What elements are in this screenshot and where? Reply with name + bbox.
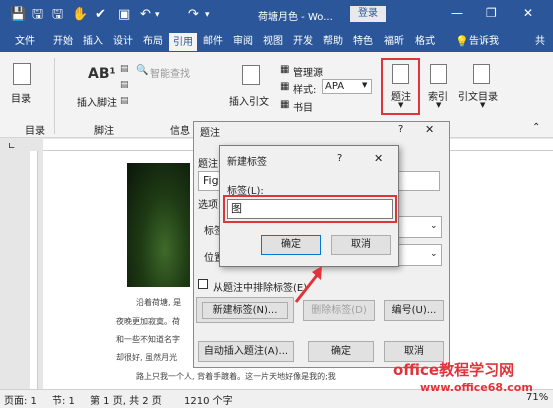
caption-field-label: 题注: [198, 159, 218, 170]
tab-stop-icon[interactable]: ∟: [8, 142, 16, 152]
tab-features[interactable]: 特色: [350, 33, 376, 51]
tab-file[interactable]: 文件: [12, 33, 38, 51]
login-button[interactable]: 登录: [350, 6, 386, 22]
tab-references[interactable]: 引用: [169, 33, 197, 51]
footnote-options-icon[interactable]: ▤: [120, 64, 129, 74]
toc-icon[interactable]: [13, 63, 31, 85]
tab-home[interactable]: 开始: [50, 33, 76, 51]
site-watermark-url: www.office68.com: [420, 381, 533, 394]
print-icon[interactable]: 🖫: [52, 6, 63, 24]
new-label-dialog-title: 新建标签: [227, 157, 267, 168]
close-window-icon[interactable]: ✕: [523, 6, 533, 20]
table-of-authorities-label[interactable]: 引文目录: [458, 88, 498, 103]
spelling-icon[interactable]: ✔: [95, 6, 106, 24]
bibliography-icon: ▦: [280, 99, 290, 110]
index-icon[interactable]: [430, 64, 447, 84]
undo-dropdown-icon[interactable]: ▾: [155, 6, 160, 24]
tab-mailings[interactable]: 邮件: [200, 33, 226, 51]
doc-paragraph-line: 沿着荷塘, 是: [136, 298, 182, 307]
tab-insert[interactable]: 插入: [80, 33, 106, 51]
numbering-button[interactable]: 编号(U)...: [384, 300, 444, 321]
tab-review[interactable]: 审阅: [230, 33, 256, 51]
tab-foxit[interactable]: 福昕: [381, 33, 407, 51]
doc-paragraph-line: 夜晚更加寂寞。荷: [116, 317, 180, 326]
tab-layout[interactable]: 布局: [140, 33, 166, 51]
new-label-cancel-button[interactable]: 取消: [331, 235, 391, 255]
tell-me-search[interactable]: 告诉我: [466, 33, 502, 51]
doc-paragraph-line: 却很好, 虽然月光: [116, 353, 178, 362]
tab-help[interactable]: 帮助: [320, 33, 346, 51]
toc-button-label[interactable]: 目录: [11, 90, 31, 105]
insert-footnote-label[interactable]: 插入脚注: [77, 94, 117, 109]
user-avatar[interactable]: 共: [532, 33, 548, 51]
status-page: 页面: 1: [4, 396, 37, 407]
footnote-group-label: 脚注: [94, 126, 114, 137]
title-bar: 💾 🖫 🖫 ✋ ✔ ▣ ↶ ▾ ↷ ▾ 荷塘月色 - Wo... 登录 — ❐ …: [0, 0, 553, 31]
tab-view[interactable]: 视图: [260, 33, 286, 51]
smart-lookup-icon: 🔍: [136, 65, 149, 76]
window-title: 荷塘月色 - Wo...: [258, 12, 333, 23]
close-icon[interactable]: ✕: [425, 123, 434, 136]
style-icon: ▦: [280, 81, 290, 92]
chevron-down-icon[interactable]: ▼: [436, 101, 441, 109]
toc-group-label: 目录: [25, 126, 45, 137]
vertical-ruler[interactable]: [30, 151, 38, 389]
insert-caption-icon[interactable]: [392, 64, 409, 84]
restore-icon[interactable]: ❐: [486, 6, 497, 20]
site-watermark: office教程学习网: [393, 361, 515, 379]
chevron-down-icon[interactable]: ⌄: [430, 221, 438, 231]
manage-sources-icon[interactable]: ▦: [280, 64, 289, 75]
lotus-image[interactable]: [127, 163, 190, 287]
smart-lookup-label: 智能查找: [150, 69, 190, 80]
status-section: 节: 1: [52, 396, 75, 407]
chevron-down-icon[interactable]: ⌄: [430, 249, 438, 259]
status-word-count: 1210 个字: [184, 396, 233, 407]
tab-format[interactable]: 格式: [412, 33, 438, 51]
new-label-ok-button[interactable]: 确定: [261, 235, 321, 255]
chevron-down-icon[interactable]: ▼: [480, 101, 485, 109]
undo-icon[interactable]: ↶: [140, 6, 151, 24]
view-icon[interactable]: ▣: [118, 6, 130, 24]
bibliography-label[interactable]: 书目: [293, 99, 313, 114]
collapse-ribbon-icon[interactable]: ⌃: [532, 122, 540, 133]
status-page-of: 第 1 页, 共 2 页: [90, 396, 162, 407]
help-icon[interactable]: ?: [398, 124, 403, 135]
annotation-arrow: [294, 266, 322, 303]
doc-paragraph-line: 和一些不知道名字: [116, 335, 180, 344]
table-of-authorities-icon[interactable]: [473, 64, 490, 84]
manage-sources-label[interactable]: 管理源: [293, 64, 323, 79]
close-icon[interactable]: ✕: [374, 152, 383, 165]
save-icon[interactable]: 💾: [10, 6, 26, 24]
group-divider: [54, 58, 55, 134]
caption-dialog-title: 题注: [200, 128, 220, 139]
help-icon[interactable]: ?: [337, 153, 342, 164]
options-label: 选项: [198, 200, 218, 211]
tab-developer[interactable]: 开发: [290, 33, 316, 51]
tab-design[interactable]: 设计: [110, 33, 136, 51]
next-footnote-icon[interactable]: ▤: [120, 80, 129, 90]
auto-caption-button[interactable]: 自动插入题注(A)...: [198, 341, 294, 362]
new-label-button[interactable]: 新建标签(N)...: [202, 302, 288, 319]
new-label-input[interactable]: 图: [227, 199, 393, 219]
customize-toolbar-icon[interactable]: ▾: [205, 6, 210, 24]
insert-citation-label[interactable]: 插入引文: [229, 93, 269, 108]
info-group-label: 信息: [170, 126, 190, 137]
exclude-label-checkbox[interactable]: [198, 279, 208, 289]
redo-icon[interactable]: ↷: [188, 6, 199, 24]
doc-paragraph-line: 路上只我一个人, 背着手踱着。这一片天地好像是我的;我: [136, 372, 336, 381]
touch-mode-icon[interactable]: ✋: [72, 6, 88, 24]
style-label: 样式:: [293, 85, 317, 96]
insert-citation-icon[interactable]: [242, 65, 260, 85]
caption-ok-button[interactable]: 确定: [308, 341, 374, 362]
show-notes-icon[interactable]: ▤: [120, 96, 129, 106]
footnote-icon[interactable]: AB¹: [88, 66, 116, 82]
chevron-down-icon[interactable]: ▼: [398, 101, 403, 109]
chevron-down-icon[interactable]: ▼: [362, 81, 367, 89]
save-as-icon[interactable]: 🖫: [32, 6, 43, 24]
minimize-icon[interactable]: —: [451, 6, 463, 20]
